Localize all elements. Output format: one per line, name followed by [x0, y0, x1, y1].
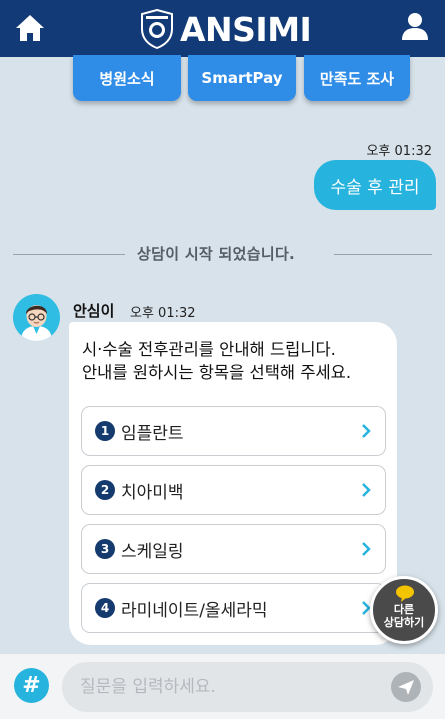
option-implant[interactable]: 1 임플란트: [81, 406, 386, 456]
chat-bubble-icon: [396, 585, 414, 602]
option-number-badge: 3: [95, 539, 115, 559]
session-divider: 상담이 시작 되었습니다.: [13, 243, 432, 265]
bot-message-time: 오후 01:32: [130, 306, 196, 321]
option-label: 스케일링: [121, 541, 184, 562]
user-message-bubble: 수술 후 관리: [314, 160, 436, 210]
divider-line-right: [334, 254, 432, 255]
chevron-right-icon: [362, 542, 371, 556]
chevron-right-icon: [362, 424, 371, 438]
smartpay-button[interactable]: SmartPay: [188, 55, 296, 101]
user-icon[interactable]: [399, 12, 431, 42]
other-consultation-button[interactable]: 다른 상담하기: [370, 576, 438, 644]
option-number-badge: 1: [95, 421, 115, 441]
chevron-right-icon: [362, 483, 371, 497]
app-header: ANSIMI: [0, 0, 445, 57]
divider-line-left: [13, 254, 125, 255]
brand-name: ANSIMI: [180, 9, 312, 49]
user-message-time: 오후 01:32: [366, 144, 432, 159]
option-label: 라미네이트/올세라믹: [121, 600, 268, 621]
message-composer: #: [0, 654, 445, 719]
bot-name: 안심이: [73, 302, 115, 320]
survey-button[interactable]: 만족도 조사: [304, 55, 410, 101]
emblem-icon: [141, 9, 173, 49]
hospital-news-button[interactable]: 병원소식: [73, 55, 181, 101]
option-label: 임플란트: [121, 423, 184, 444]
bot-message-text: 시·수술 전후관리를 안내해 드립니다. 안내를 원하시는 항목을 선택해 주세…: [82, 338, 351, 384]
option-laminate[interactable]: 4 라미네이트/올세라믹: [81, 583, 386, 633]
option-label: 치아미백: [121, 482, 184, 503]
send-icon[interactable]: [391, 672, 421, 702]
home-icon[interactable]: [14, 13, 46, 43]
bot-avatar: [13, 294, 60, 341]
bot-message-card: 시·수술 전후관리를 안내해 드립니다. 안내를 원하시는 항목을 선택해 주세…: [69, 322, 397, 645]
message-input[interactable]: [80, 662, 380, 712]
option-number-badge: 4: [95, 598, 115, 618]
bot-message-line: 안내를 원하시는 항목을 선택해 주세요.: [82, 363, 352, 382]
option-scaling[interactable]: 3 스케일링: [81, 524, 386, 574]
consult-label-line: 다른: [393, 603, 415, 616]
message-input-wrapper: [62, 662, 433, 712]
consult-label-line: 상담하기: [383, 616, 425, 629]
option-whitening[interactable]: 2 치아미백: [81, 465, 386, 515]
option-number-badge: 2: [95, 480, 115, 500]
bot-message-line: 시·수술 전후관리를 안내해 드립니다.: [82, 340, 336, 359]
divider-text: 상담이 시작 되었습니다.: [137, 245, 296, 263]
brand-logo: ANSIMI: [140, 7, 312, 51]
hashtag-button[interactable]: #: [14, 668, 49, 703]
consult-label: 다른 상담하기: [373, 603, 435, 629]
